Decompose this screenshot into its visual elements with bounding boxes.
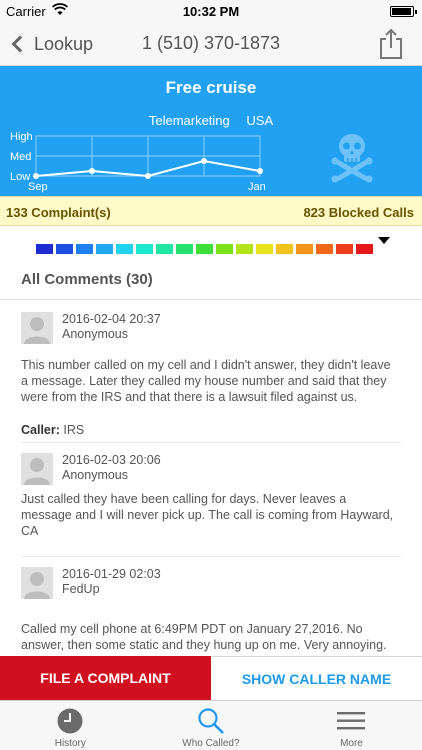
comments-header: All Comments (30) (21, 271, 153, 288)
chart-point (201, 158, 207, 164)
severity-segment (76, 244, 93, 254)
share-icon[interactable] (378, 28, 404, 60)
severity-segment (36, 244, 53, 254)
comment-author: FedUp (62, 582, 100, 596)
chart-y-tick: High (10, 131, 33, 143)
tab-label: History (54, 738, 86, 749)
severity-segment (256, 244, 273, 254)
caller-info: Caller: IRS (21, 423, 84, 437)
comment-date: 2016-02-03 20:06 (62, 453, 161, 467)
severity-segment (296, 244, 313, 254)
tab-who-called[interactable]: Who Called? (141, 701, 282, 750)
caller-country: USA (246, 113, 274, 128)
file-complaint-button[interactable]: FILE A COMPLAINT (0, 656, 211, 700)
caller-label: Caller: (21, 423, 60, 437)
stats-strip: 133 Complaint(s) 823 Blocked Calls (0, 196, 422, 226)
severity-segment (136, 244, 153, 254)
severity-marker-icon (378, 237, 390, 244)
severity-segment (276, 244, 293, 254)
chart-point (145, 173, 151, 179)
back-button[interactable]: Lookup (10, 31, 93, 57)
avatar (21, 453, 53, 485)
severity-segment (356, 244, 373, 254)
caller-value: IRS (63, 423, 85, 437)
chevron-left-icon (11, 35, 29, 53)
chart-point (89, 168, 95, 174)
clock-icon (57, 708, 83, 734)
chart-point (33, 173, 39, 179)
comment-text: Just called they have been calling for d… (21, 492, 394, 538)
severity-segment (56, 244, 73, 254)
battery-icon (390, 6, 417, 17)
clock-time: 10:32 PM (182, 4, 240, 19)
tab-more[interactable]: More (281, 701, 422, 750)
caller-summary-panel: Free cruise Telemarketing USA High Med Low… (0, 66, 422, 196)
navigation-bar: Lookup 1 (510) 370-1873 (0, 22, 422, 66)
comment-text: This number called on my cell and I didn… (21, 358, 391, 404)
user-silhouette-icon (24, 572, 50, 599)
avatar (21, 312, 53, 344)
chart-x-tick: Sep (28, 181, 48, 193)
avatar (21, 567, 53, 599)
divider (0, 299, 422, 300)
severity-segment (176, 244, 193, 254)
comment-item[interactable]: 2016-01-29 02:03 FedUp Called my cell ph… (21, 567, 401, 657)
comment-author: Anonymous (62, 327, 129, 341)
tab-history[interactable]: History (0, 701, 141, 750)
chart-y-tick: Med (10, 151, 31, 163)
show-caller-name-button[interactable]: SHOW CALLER NAME (211, 656, 422, 700)
status-bar: Carrier 10:32 PM (0, 0, 422, 22)
activity-chart-svg: HighMedLowSep Jan (10, 131, 266, 193)
tab-bar: History Who Called? More (0, 700, 422, 750)
severity-segment (156, 244, 173, 254)
search-icon (198, 708, 224, 734)
menu-icon (337, 712, 366, 730)
severity-segment (236, 244, 253, 254)
divider (21, 556, 401, 557)
activity-chart: High Med Low Sep Jan (0, 130, 290, 196)
severity-segment (316, 244, 333, 254)
divider (21, 442, 401, 443)
comment-text: Called my cell phone at 6:49PM PDT on Ja… (21, 622, 387, 652)
chart-x-tick: Jan (248, 181, 266, 193)
comment-item[interactable]: 2016-02-03 20:06 Anonymous Just called t… (21, 453, 401, 557)
comment-author: Anonymous (62, 468, 129, 482)
severity-segment (216, 244, 233, 254)
severity-segment (96, 244, 113, 254)
caller-category: Telemarketing (148, 113, 230, 128)
comment-date: 2016-01-29 02:03 (62, 567, 161, 581)
comment-date: 2016-02-04 20:37 (62, 312, 161, 326)
back-label: Lookup (34, 33, 94, 54)
severity-segment (336, 244, 353, 254)
severity-meter (36, 244, 373, 254)
caller-tag-title: Free cruise (165, 78, 257, 97)
page-title: 1 (510) 370-1873 (141, 33, 281, 53)
tab-label: Who Called? (182, 738, 240, 749)
user-silhouette-icon (24, 458, 50, 485)
chart-point (257, 168, 263, 174)
action-bar: FILE A COMPLAINT SHOW CALLER NAME (0, 656, 422, 700)
comment-item[interactable]: 2016-02-04 20:37 Anonymous This number c… (21, 312, 401, 442)
user-silhouette-icon (24, 317, 50, 344)
blocked-count: 823 Blocked Calls (303, 205, 414, 220)
complaint-count: 133 Complaint(s) (6, 205, 111, 220)
tab-label: More (340, 738, 363, 749)
severity-segment (196, 244, 213, 254)
severity-segment (116, 244, 133, 254)
skull-crossbones-icon (331, 134, 373, 183)
caller-category-line: Telemarketing USA (0, 113, 422, 128)
